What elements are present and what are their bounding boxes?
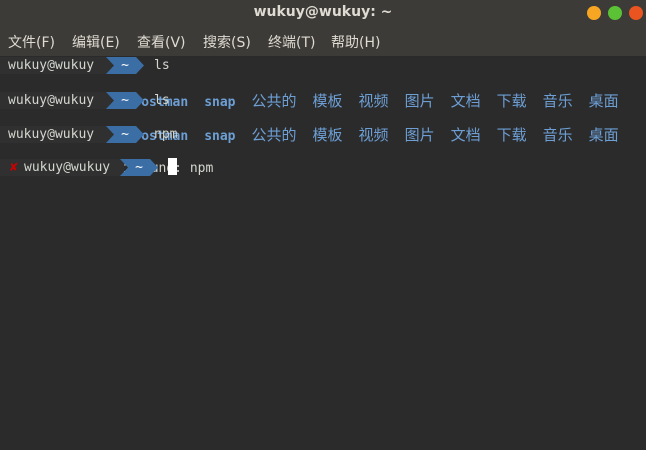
prompt-user: wukuy@wukuy (0, 159, 124, 176)
ls-output-line: android_sdkPostmansnap公共的模板视频图片文档下载音乐桌面 (0, 74, 635, 110)
maximize-button[interactable] (608, 6, 622, 20)
prompt-command: ls (154, 93, 170, 108)
window-title: wukuy@wukuy: ~ (253, 4, 393, 20)
prompt-line: wukuy@wukuy ~ ls (0, 92, 170, 109)
close-button[interactable] (629, 6, 643, 20)
error-line: zsh: command not found: npm (0, 143, 213, 176)
ls-item: 图片 (404, 126, 435, 144)
ls-item: 音乐 (542, 126, 573, 144)
ls-item: 公共的 (251, 126, 297, 144)
ls-item: 视频 (358, 126, 389, 144)
minimize-button[interactable] (587, 6, 601, 20)
terminal-area[interactable]: wukuy@wukuy ~ ls android_sdkPostmansnap公… (0, 57, 646, 450)
ls-item: snap (204, 129, 236, 144)
title-bar: wukuy@wukuy: ~ (0, 0, 646, 26)
menu-help[interactable]: 帮助(H) (331, 32, 380, 52)
text-cursor (168, 158, 177, 175)
menu-view[interactable]: 查看(V) (137, 32, 186, 52)
ls-item: 下载 (496, 126, 527, 144)
menu-edit[interactable]: 编辑(E) (72, 32, 120, 52)
ls-item: 模板 (312, 126, 343, 144)
ls-item: 文档 (450, 126, 481, 144)
prompt-command: npm (154, 127, 178, 142)
menu-search[interactable]: 搜索(S) (203, 32, 251, 52)
prompt-command: ls (154, 58, 170, 73)
menu-file[interactable]: 文件(F) (8, 32, 55, 52)
error-x-icon: ✘ (10, 160, 18, 175)
prompt-user: wukuy@wukuy (0, 57, 124, 74)
prompt-user: wukuy@wukuy (0, 92, 124, 109)
menu-bar: 文件(F) 编辑(E) 查看(V) 搜索(S) 终端(T) 帮助(H) (0, 26, 646, 57)
prompt-line-current: wukuy@wukuy ✘ ~ (0, 159, 31, 176)
prompt-user-text: wukuy@wukuy (24, 160, 111, 175)
prompt-line: wukuy@wukuy ~ ls (0, 57, 170, 74)
ls-output-line: android_sdkPostmansnap公共的模板视频图片文档下载音乐桌面 (0, 108, 635, 144)
menu-terminal[interactable]: 终端(T) (268, 32, 315, 52)
ls-item: 桌面 (588, 126, 619, 144)
prompt-line: wukuy@wukuy ~ npm (0, 126, 177, 143)
prompt-user: wukuy@wukuy (0, 126, 124, 143)
